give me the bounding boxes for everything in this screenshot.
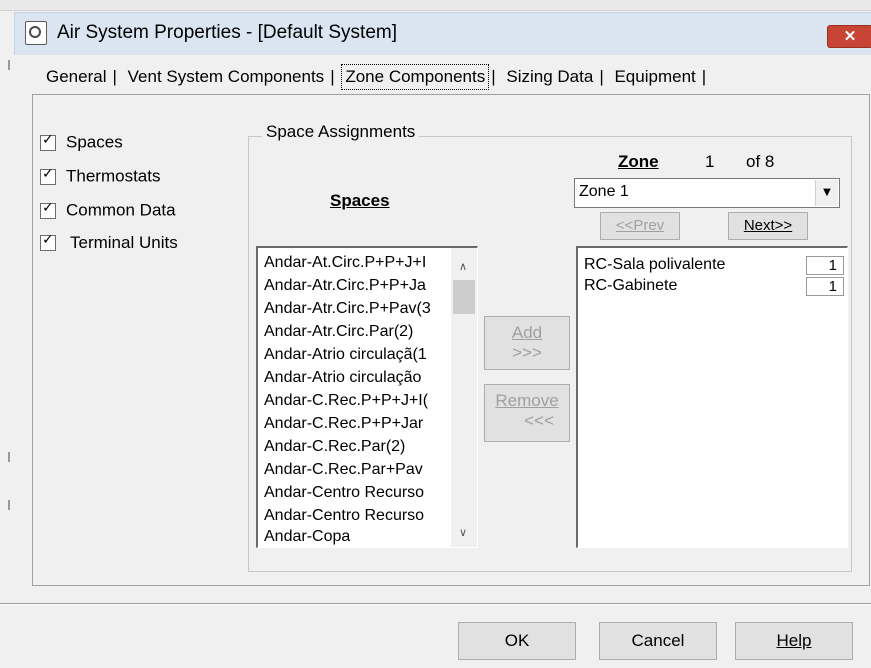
chevron-down-icon[interactable]: ▼ [815, 180, 838, 206]
list-item[interactable]: Andar-Atr.Circ.P+Pav(3 [264, 300, 450, 318]
chevron-down-icon[interactable]: ∨ [459, 526, 467, 539]
list-item[interactable]: Andar-C.Rec.P+P+Jar [264, 415, 450, 433]
list-item[interactable]: Andar-Centro Recurso [264, 507, 450, 525]
tab-separator: | [330, 67, 335, 86]
next-zone-button[interactable]: Next>> [728, 212, 808, 240]
title-bar: Air System Properties - [Default System]… [14, 12, 871, 55]
edge-mark [8, 500, 10, 510]
checkbox-common-data[interactable]: Common Data [40, 200, 176, 224]
add-arrows: >>> [512, 343, 542, 362]
remove-label: Remove [495, 391, 559, 410]
list-item[interactable]: Andar-Centro Recurso [264, 484, 450, 502]
chevron-up-icon[interactable]: ∧ [459, 260, 467, 273]
checkbox-checked-icon[interactable] [40, 166, 56, 185]
help-label: Help [776, 631, 812, 650]
group-title: Space Assignments [262, 122, 420, 142]
tab-vent-system-components[interactable]: Vent System Components [124, 65, 329, 89]
checkbox-terminal-units[interactable]: Terminal Units [40, 232, 178, 256]
tab-separator: | [491, 67, 496, 86]
zone-select[interactable]: Zone 1 ▼ [574, 178, 840, 208]
window-title: Air System Properties - [Default System] [57, 22, 397, 43]
checkbox-checked-icon[interactable] [40, 132, 56, 151]
checkbox-label: Common Data [66, 200, 176, 220]
checkbox-label: Terminal Units [70, 232, 178, 252]
checkbox-checked-icon[interactable] [40, 232, 56, 251]
spaces-list[interactable]: Andar-At.Circ.P+P+J+I Andar-Atr.Circ.P+P… [256, 246, 478, 548]
tab-separator: | [599, 67, 604, 86]
list-item[interactable]: Andar-At.Circ.P+P+J+I [264, 254, 450, 272]
tab-sizing-data[interactable]: Sizing Data [502, 65, 597, 89]
next-label: Next>> [743, 217, 793, 234]
list-item[interactable]: Andar-Atrio circulação [264, 369, 450, 387]
help-button[interactable]: Help [735, 622, 853, 660]
add-label: Add [511, 323, 543, 342]
divider [0, 603, 871, 605]
edge-mark [8, 452, 10, 462]
add-button[interactable]: Add >>> [484, 316, 570, 370]
tab-general[interactable]: General [42, 65, 110, 89]
list-item[interactable]: Andar-C.Rec.Par+Pav [264, 461, 450, 479]
list-item[interactable]: Andar-Copa [264, 528, 450, 546]
quantity-field[interactable]: 1 [806, 277, 844, 296]
app-icon [25, 21, 47, 45]
zone-label: Zone [618, 152, 659, 171]
zone-spaces-list[interactable]: RC-Sala polivalente 1 RC-Gabinete 1 [576, 246, 848, 548]
list-item[interactable]: Andar-C.Rec.P+P+J+I( [264, 392, 450, 410]
spaces-header: Spaces [330, 191, 390, 210]
prev-label: <<Prev [615, 217, 665, 234]
list-item[interactable]: Andar-Atr.Circ.Par(2) [264, 323, 450, 341]
scrollbar-thumb[interactable] [453, 280, 475, 314]
list-item[interactable]: Andar-C.Rec.Par(2) [264, 438, 450, 456]
remove-arrows: <<< [524, 411, 554, 430]
list-item[interactable]: RC-Sala polivalente [584, 256, 725, 274]
prev-zone-button[interactable]: <<Prev [600, 212, 680, 240]
list-item[interactable]: Andar-Atrio circulaçã(1 [264, 346, 450, 364]
vertical-scrollbar[interactable]: ∧ ∨ [451, 248, 477, 547]
checkbox-checked-icon[interactable] [40, 200, 56, 219]
cancel-button[interactable]: Cancel [599, 622, 717, 660]
checkbox-spaces[interactable]: Spaces [40, 132, 123, 156]
list-item[interactable]: Andar-Atr.Circ.P+P+Ja [264, 277, 450, 295]
tab-zone-components[interactable]: Zone Components [341, 64, 490, 90]
list-item[interactable]: RC-Gabinete [584, 277, 677, 295]
remove-button[interactable]: Remove <<< [484, 384, 570, 442]
tab-separator: | [112, 67, 117, 86]
zone-number: 1 [705, 152, 715, 171]
zone-select-value: Zone 1 [579, 183, 629, 200]
quantity-field[interactable]: 1 [806, 256, 844, 275]
checkbox-thermostats[interactable]: Thermostats [40, 166, 160, 190]
tab-separator: | [701, 67, 707, 86]
ok-button[interactable]: OK [458, 622, 576, 660]
close-button[interactable]: ✕ [827, 25, 871, 48]
background-window-strip [0, 0, 871, 11]
checkbox-label: Spaces [66, 132, 123, 152]
edge-mark [8, 60, 10, 70]
zone-count: of 8 [746, 152, 775, 171]
tab-row: General | Vent System Components | Zone Co… [42, 64, 708, 90]
checkbox-label: Thermostats [66, 166, 161, 186]
tab-equipment[interactable]: Equipment [610, 65, 699, 89]
